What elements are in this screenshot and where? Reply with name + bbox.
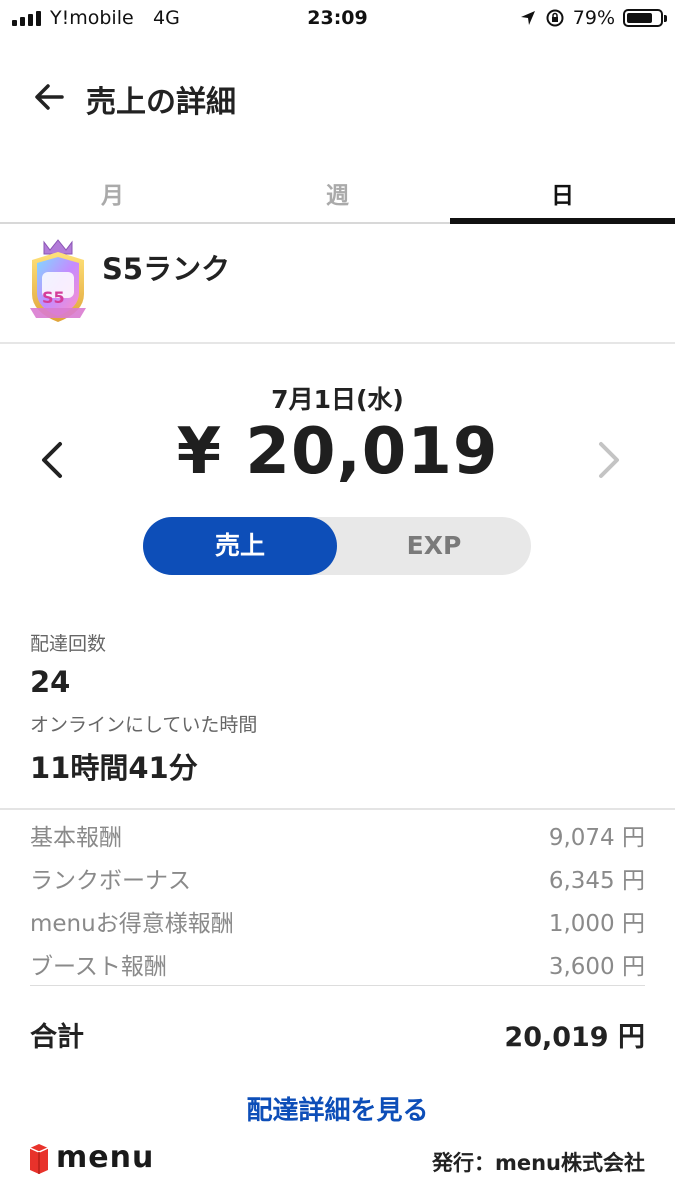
breakdown-value: 1,000 円: [548, 911, 645, 937]
header: 売上の詳細: [0, 65, 675, 129]
battery-icon: [623, 9, 667, 27]
badge-text: S5: [42, 288, 65, 307]
menu-logo-icon: [29, 1143, 49, 1174]
page-title: 売上の詳細: [86, 85, 236, 120]
breakdown-label: 基本報酬: [30, 825, 122, 851]
tab-week[interactable]: 週: [225, 160, 450, 222]
breakdown-label: ランクボーナス: [30, 868, 191, 894]
breakdown-label: menuお得意様報酬: [30, 911, 234, 937]
rank-name: S5ランク: [102, 252, 231, 286]
location-icon: [520, 11, 535, 25]
sales-toggle-button[interactable]: 売上: [143, 517, 337, 575]
total-amount: ¥ 20,019: [176, 415, 499, 489]
total-label: 合計: [30, 1022, 84, 1053]
battery-percent: 79%: [572, 7, 615, 29]
tab-day[interactable]: 日: [450, 160, 675, 224]
status-bar: Y!mobile 4G 23:09 79%: [0, 0, 675, 40]
breakdown-label: ブースト報酬: [30, 954, 167, 980]
section-divider: [0, 808, 675, 810]
period-tabs: 月 週 日: [0, 160, 675, 224]
publisher-text: 発行：menu株式会社: [431, 1151, 645, 1175]
sales-exp-toggle: 売上 EXP: [143, 517, 531, 575]
back-arrow-icon[interactable]: [30, 77, 70, 117]
breakdown-row: menuお得意様報酬 1,000 円: [30, 904, 645, 944]
menu-logo-text: menu: [56, 1140, 155, 1175]
deliveries-label: 配達回数: [30, 633, 107, 655]
breakdown-row: ランクボーナス 6,345 円: [30, 861, 645, 901]
menu-logo: menu: [28, 1140, 154, 1175]
rank-section: S5 S5ランク: [0, 224, 675, 344]
tab-month[interactable]: 月: [0, 160, 225, 222]
next-day-icon[interactable]: [589, 440, 625, 480]
breakdown-value: 3,600 円: [548, 954, 645, 980]
previous-day-icon[interactable]: [36, 440, 72, 480]
orientation-lock-icon: [546, 9, 564, 27]
breakdown-value: 9,074 円: [548, 825, 645, 851]
deliveries-value: 24: [30, 665, 71, 699]
total-value: 20,019 円: [504, 1022, 645, 1053]
online-time-label: オンラインにしていた時間: [30, 714, 258, 736]
selected-date: 7月1日(水): [271, 385, 404, 414]
rank-badge-icon: [30, 239, 86, 322]
breakdown-row: ブースト報酬 3,600 円: [30, 947, 645, 987]
online-time-value: 11時間41分: [30, 751, 198, 785]
breakdown-value: 6,345 円: [548, 868, 645, 894]
view-delivery-details-link[interactable]: 配達詳細を見る: [0, 1090, 675, 1127]
exp-toggle-button[interactable]: EXP: [337, 517, 531, 575]
breakdown-row: 基本報酬 9,074 円: [30, 818, 645, 858]
total-divider: [30, 985, 645, 986]
